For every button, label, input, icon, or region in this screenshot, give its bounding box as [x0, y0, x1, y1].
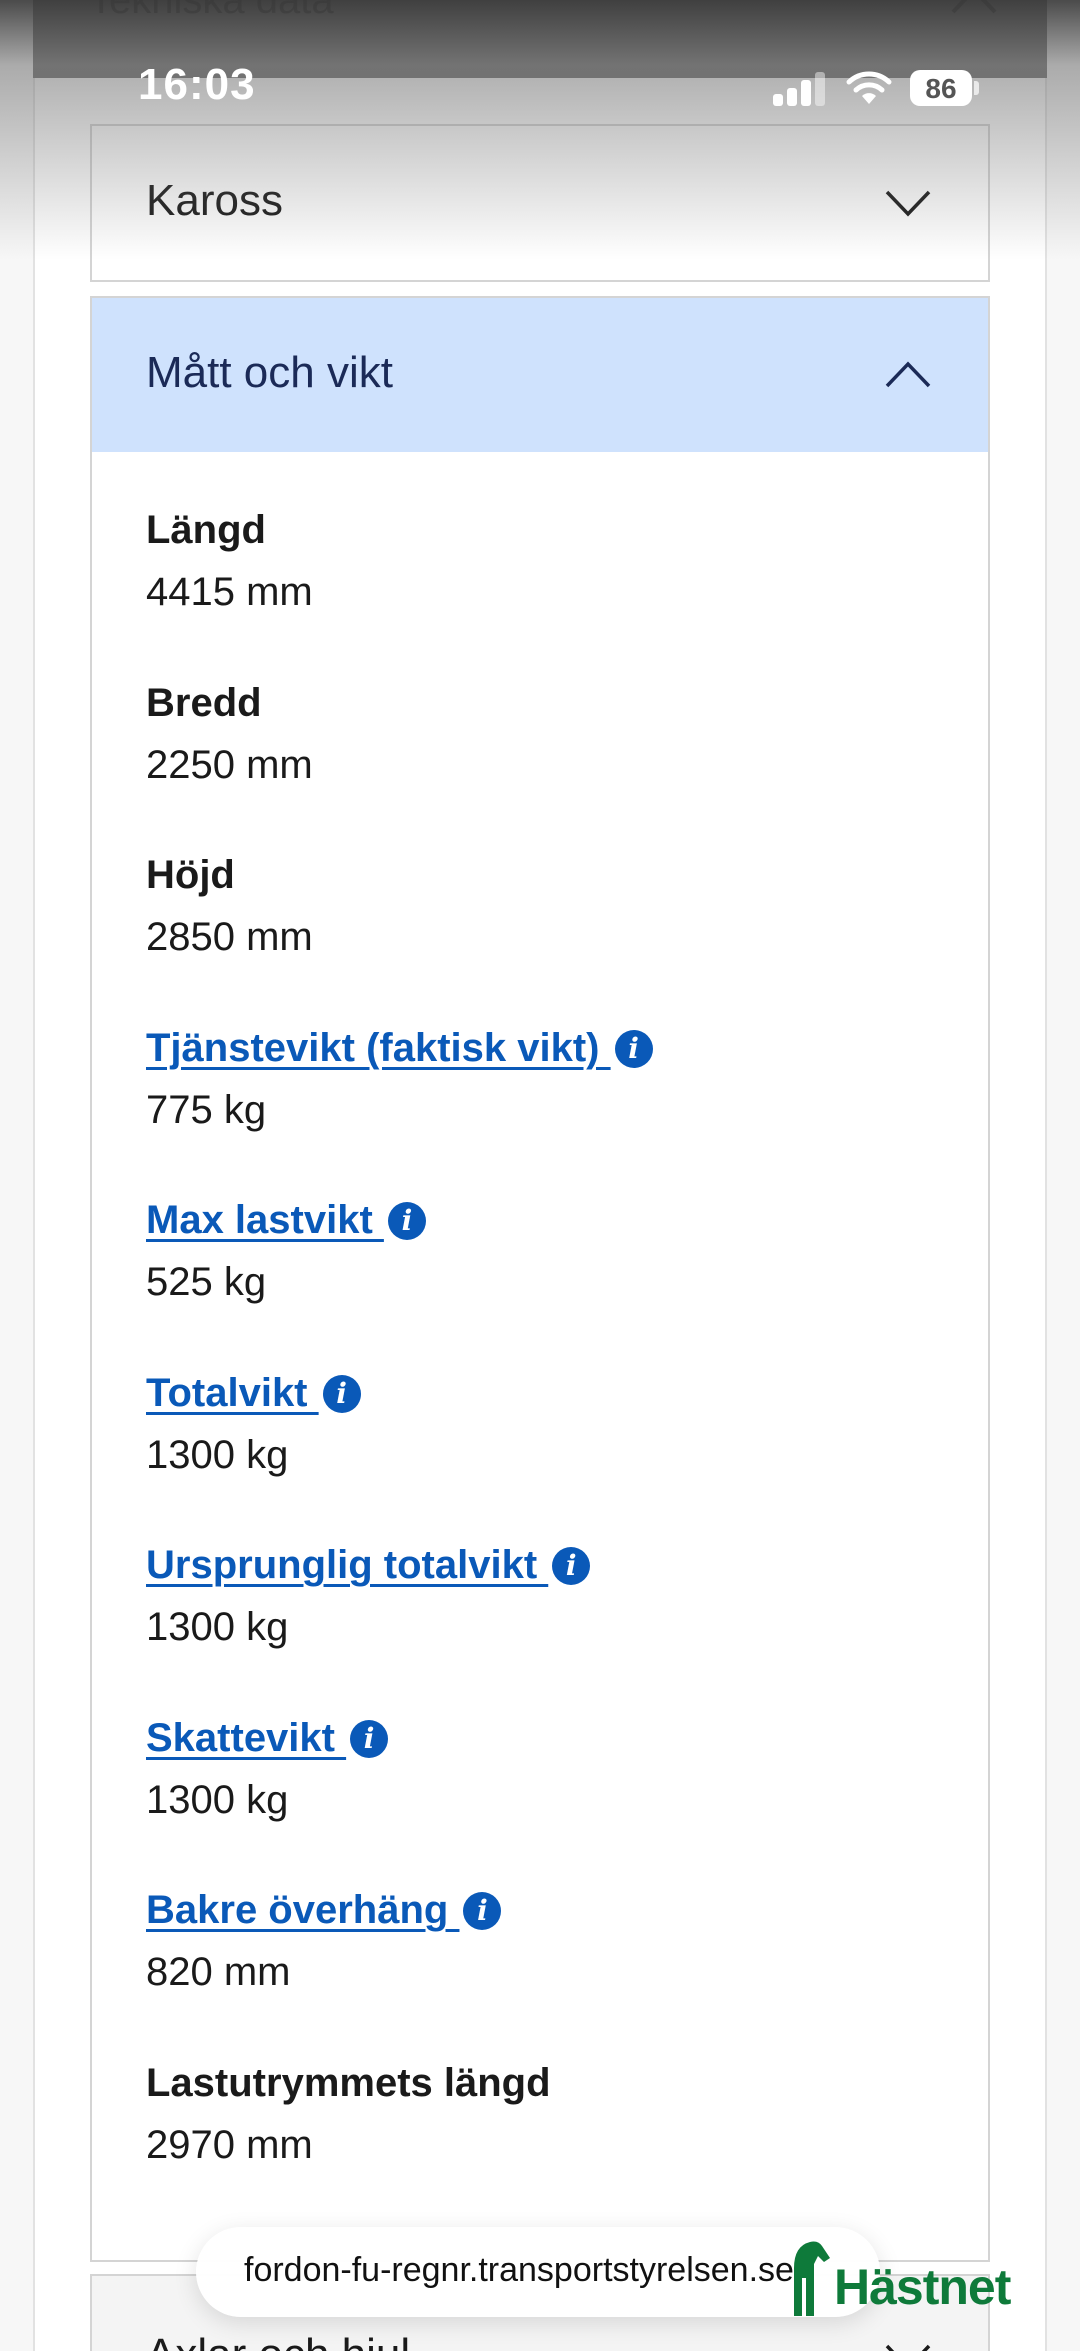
watermark-text: Hästnet — [834, 2259, 1011, 2315]
battery-icon: 86 — [910, 70, 980, 106]
field-name-link[interactable]: Bakre överhäng i — [146, 1880, 946, 1940]
field-value: 1300 kg — [146, 1432, 289, 1477]
field-value: 2250 mm — [146, 742, 313, 787]
field-name: Bredd — [146, 680, 262, 725]
field-link-text[interactable]: Bakre överhäng — [146, 1888, 459, 1932]
field-link-text[interactable]: Skattevikt — [146, 1716, 346, 1760]
accordion-matt-och-vikt-label: Mått och vikt — [146, 348, 393, 397]
field-link-text[interactable]: Tjänstevikt (faktisk vikt) — [146, 1026, 611, 1070]
info-icon[interactable]: i — [322, 1374, 361, 1413]
chevron-down-icon — [885, 190, 931, 217]
field-name-link[interactable]: Tjänstevikt (faktisk vikt) i — [146, 1018, 946, 1078]
field-value: 2970 mm — [146, 2122, 313, 2167]
field-name: Höjd — [146, 853, 235, 897]
field-value: 1300 kg — [146, 1605, 289, 1649]
field-value: 775 kg — [146, 1087, 267, 1132]
horse-logo-icon — [794, 2241, 830, 2316]
field-link-text[interactable]: Totalvikt — [146, 1371, 319, 1415]
field-bakre-overhang: Bakre överhäng i 820 mm — [146, 1880, 946, 2053]
field-skattevikt: Skattevikt i 1300 kg — [146, 1708, 946, 1881]
field-value: 820 mm — [146, 1950, 291, 1994]
accordion-kaross-label: Kaross — [146, 176, 283, 225]
field-langd: Längd 4415 mm — [146, 500, 946, 673]
field-value: 525 kg — [146, 1260, 267, 1304]
field-totalvikt: Totalvikt i 1300 kg — [146, 1363, 946, 1536]
field-name-link[interactable]: Max lastvikt i — [146, 1190, 946, 1250]
field-value: 1300 kg — [146, 1777, 289, 1822]
info-icon[interactable]: i — [350, 1719, 389, 1758]
field-max-lastvikt: Max lastvikt i 525 kg — [146, 1190, 946, 1363]
browser-url-bar[interactable]: fordon-fu-regnr.transportstyrelsen.se — [196, 2227, 880, 2317]
field-lastutrymmets-langd: Lastutrymmets längd 2970 mm — [146, 2053, 946, 2226]
field-ursprunglig-totalvikt: Ursprunglig totalvikt i 1300 kg — [146, 1535, 946, 1708]
battery-percent: 86 — [925, 73, 957, 104]
field-value: 2850 mm — [146, 915, 313, 959]
field-name-link[interactable]: Skattevikt i — [146, 1708, 946, 1768]
info-icon[interactable]: i — [614, 1029, 653, 1068]
field-value: 4415 mm — [146, 570, 313, 614]
info-icon[interactable]: i — [387, 1202, 426, 1240]
chevron-down-icon — [885, 2344, 931, 2351]
accordion-matt-och-vikt-header[interactable]: Mått och vikt — [92, 298, 988, 452]
field-name-link[interactable]: Totalvikt i — [146, 1363, 946, 1423]
status-time: 16:03 — [138, 60, 256, 109]
screen: Tekniska data Kaross Mått och vikt Längd… — [0, 0, 1080, 2351]
field-list: Längd 4415 mm Bredd 2250 mm Höjd 2850 mm… — [146, 500, 946, 2225]
cellular-signal-icon — [773, 72, 825, 106]
hastnet-watermark: Hästnet — [784, 2232, 1044, 2322]
field-name-link[interactable]: Ursprunglig totalvikt i — [146, 1535, 946, 1595]
field-name: Längd — [146, 508, 266, 552]
field-bredd: Bredd 2250 mm — [146, 673, 946, 846]
browser-url[interactable]: fordon-fu-regnr.transportstyrelsen.se — [244, 2251, 794, 2290]
chevron-up-icon — [885, 361, 931, 388]
info-icon[interactable]: i — [552, 1547, 591, 1585]
info-icon[interactable]: i — [463, 1892, 502, 1930]
status-bar: 16:03 86 — [0, 0, 1080, 140]
field-hojd: Höjd 2850 mm — [146, 845, 946, 1018]
accordion-axlar-och-hjul-label: Axlar och hjul — [146, 2330, 410, 2351]
field-link-text[interactable]: Max lastvikt — [146, 1198, 384, 1242]
field-tjanstevikt: Tjänstevikt (faktisk vikt) i 775 kg — [146, 1018, 946, 1191]
accordion-matt-och-vikt: Mått och vikt Längd 4415 mm Bredd 2250 m… — [90, 296, 990, 2262]
field-name: Lastutrymmets längd — [146, 2060, 551, 2105]
accordion-kaross[interactable]: Kaross — [90, 124, 990, 282]
field-link-text[interactable]: Ursprunglig totalvikt — [146, 1543, 548, 1587]
wifi-icon — [846, 71, 892, 104]
